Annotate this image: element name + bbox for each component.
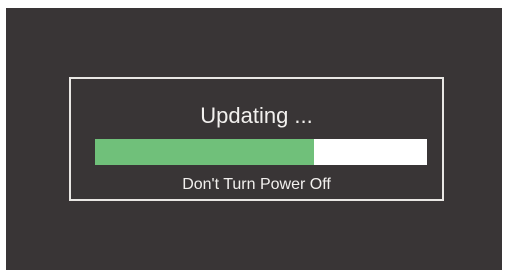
update-screen: Updating ... Don't Turn Power Off (6, 8, 502, 270)
update-title: Updating ... (200, 103, 313, 128)
update-dialog: Updating ... Don't Turn Power Off (69, 77, 444, 201)
power-warning-text: Don't Turn Power Off (182, 176, 331, 193)
progress-bar (95, 139, 427, 165)
progress-bar-fill (95, 139, 315, 165)
